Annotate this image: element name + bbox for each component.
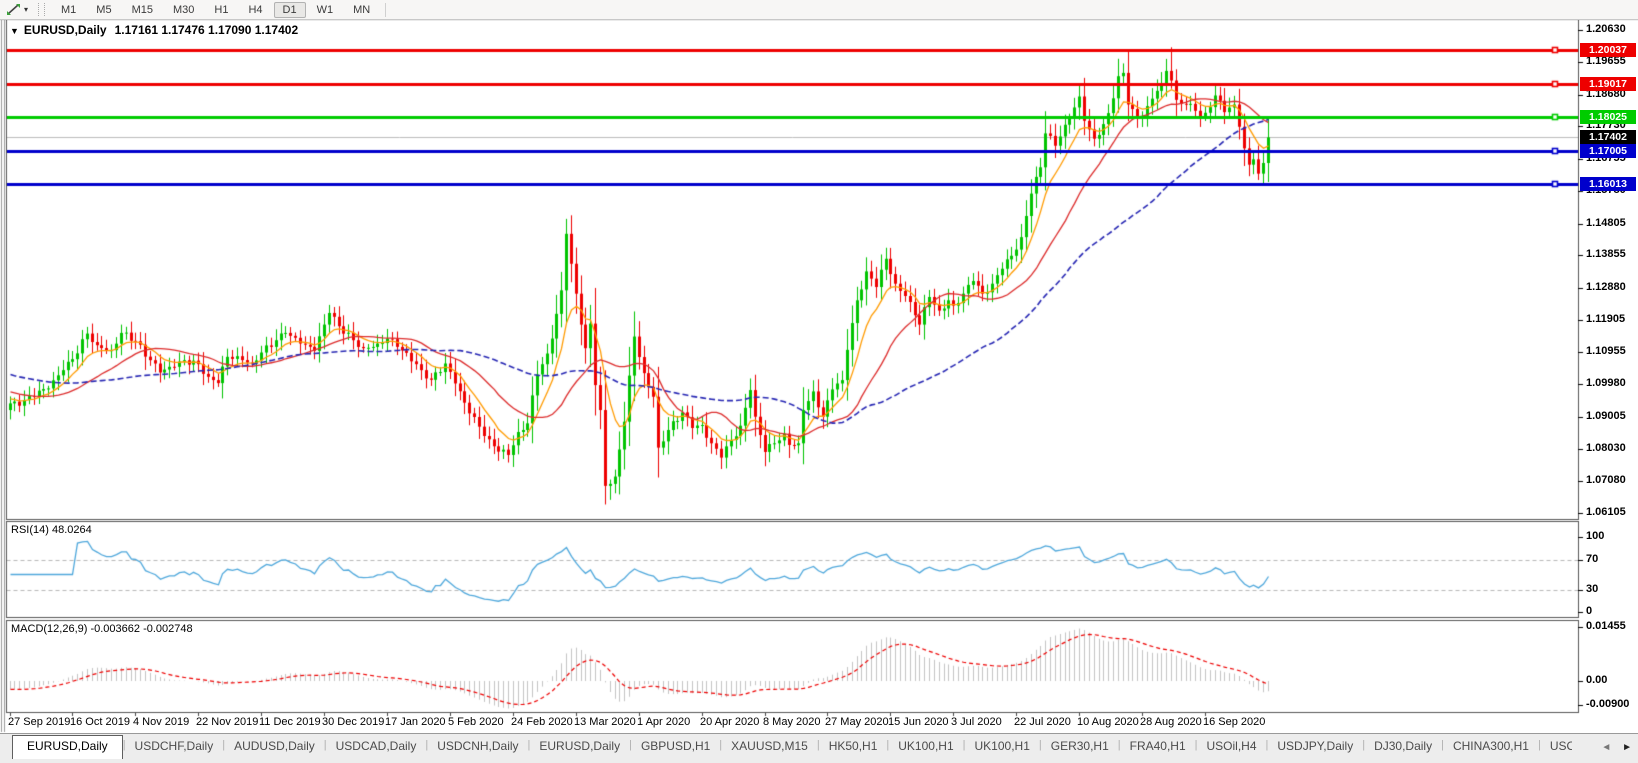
macd-tick-label: 0.00 xyxy=(1586,674,1608,686)
toolbar-separator xyxy=(385,2,387,17)
chart-tab-usdchf-daily[interactable]: USDCHF,Daily xyxy=(126,736,223,757)
price-tick-label: 1.08030 xyxy=(1586,441,1626,454)
price-tag: 1.20037 xyxy=(1580,42,1636,57)
date-label: 22 Jul 2020 xyxy=(1014,716,1071,728)
chart-tab-bar: EURUSD,Daily | USDCHF,Daily | AUDUSD,Daily | U… xyxy=(0,733,1638,763)
date-label: 17 Jan 2020 xyxy=(385,716,446,728)
date-label: 24 Feb 2020 xyxy=(511,716,573,728)
macd-tick-label: -0.00900 xyxy=(1586,698,1630,710)
chart-symbol-label: EURUSD,Daily xyxy=(23,23,107,37)
timeframe-m5-button[interactable]: M5 xyxy=(87,2,120,18)
macd-tick-label: 0.01455 xyxy=(1586,620,1626,632)
price-tick-label: 1.11905 xyxy=(1586,313,1626,326)
date-label: 27 May 2020 xyxy=(825,716,889,728)
rsi-indicator-label: RSI(14) 48.0264 xyxy=(11,524,92,536)
price-tick-label: 1.14805 xyxy=(1586,216,1626,229)
date-label: 1 Apr 2020 xyxy=(637,716,691,728)
timeframe-m30-button[interactable]: M30 xyxy=(164,2,203,18)
price-tick-label: 1.09980 xyxy=(1586,377,1626,390)
chart-title: ▼ EURUSD,Daily 1.17161 1.17476 1.17090 1.1… xyxy=(10,23,298,37)
tab-scroll-arrows: ◄ ► xyxy=(1593,742,1632,753)
chart-tab-xauusd-m15[interactable]: XAUUSD,M15 xyxy=(722,736,817,757)
date-label: 28 Aug 2020 xyxy=(1140,716,1202,728)
rsi-tick-label: 100 xyxy=(1586,530,1605,542)
price-tick-label: 1.20630 xyxy=(1586,23,1626,35)
date-label: 27 Sep 2019 xyxy=(8,716,71,728)
date-label: 10 Aug 2020 xyxy=(1077,716,1139,728)
chart-tab-usdjpy-daily[interactable]: USDJPY,Daily xyxy=(1268,736,1362,757)
rsi-tick-label: 0 xyxy=(1586,605,1593,617)
toolbar: ▾ M1 M5 M15 M30 H1 H4 D1 W1 MN xyxy=(0,0,1638,20)
price-tag: 1.17005 xyxy=(1580,143,1636,158)
chart-tab-ger30-h1[interactable]: GER30,H1 xyxy=(1042,736,1118,757)
tab-scroll-right-icon[interactable]: ► xyxy=(1622,742,1632,753)
rsi-tick-label: 70 xyxy=(1586,552,1599,565)
price-tag: 1.17402 xyxy=(1580,130,1636,145)
timeframe-buttons: M1 M5 M15 M30 H1 H4 D1 W1 MN xyxy=(51,1,380,18)
timeframe-w1-button[interactable]: W1 xyxy=(308,2,343,18)
chart-tab-eurusd-daily[interactable]: EURUSD,Daily xyxy=(530,736,629,757)
date-label: 11 Dec 2019 xyxy=(259,716,321,728)
date-label: 15 Jun 2020 xyxy=(888,716,949,728)
chevron-down-icon[interactable]: ▾ xyxy=(24,5,28,14)
date-label: 3 Jul 2020 xyxy=(951,716,1002,728)
chart-tab-audusd-daily[interactable]: AUDUSD,Daily xyxy=(225,736,324,757)
chart-cursor-icon[interactable] xyxy=(3,2,23,18)
price-tag: 1.16013 xyxy=(1580,176,1636,191)
date-label: 13 Mar 2020 xyxy=(574,716,636,728)
price-tick-label: 1.06105 xyxy=(1586,505,1626,518)
date-label: 5 Feb 2020 xyxy=(448,716,504,728)
timeframe-h1-button[interactable]: H1 xyxy=(205,2,237,18)
tab-scroll-left-icon[interactable]: ◄ xyxy=(1601,742,1611,753)
chart-tab-usoil-h4[interactable]: USOil,H4 xyxy=(1198,736,1266,757)
date-label: 20 Apr 2020 xyxy=(700,716,760,728)
price-tick-label: 1.12880 xyxy=(1586,280,1626,293)
chart-tab-gbpusd-h1[interactable]: GBPUSD,H1 xyxy=(632,736,719,757)
chart-tab-usdcad-daily[interactable]: USDCAD,Daily xyxy=(327,736,426,757)
price-tick-label: 1.10955 xyxy=(1586,344,1626,357)
mt4-window: ▾ M1 M5 M15 M30 H1 H4 D1 W1 MN ▼ EURUSD,Daily 1.17… xyxy=(0,0,1638,763)
chart-canvas[interactable] xyxy=(0,0,1638,763)
date-label: 8 May 2020 xyxy=(763,716,821,728)
chart-tab-china300-h1[interactable]: CHINA300,H1 xyxy=(1444,736,1538,757)
date-label: 16 Sep 2020 xyxy=(1203,716,1266,728)
chart-tab-uk100-h1[interactable]: UK100,H1 xyxy=(966,736,1039,757)
chart-ohlc-values: 1.17161 1.17476 1.17090 1.17402 xyxy=(114,23,299,37)
price-tag: 1.19017 xyxy=(1580,76,1636,91)
timeframe-h4-button[interactable]: H4 xyxy=(239,2,271,18)
symbol-dropdown-icon[interactable]: ▼ xyxy=(10,26,19,36)
timeframe-m1-button[interactable]: M1 xyxy=(52,2,85,18)
price-tag: 1.18025 xyxy=(1580,109,1636,124)
timeframe-m15-button[interactable]: M15 xyxy=(123,2,162,18)
chart-tab-usoil-h[interactable]: USOil,H xyxy=(1541,736,1572,757)
price-tick-label: 1.09005 xyxy=(1586,409,1626,422)
rsi-tick-label: 30 xyxy=(1586,582,1599,595)
date-label: 22 Nov 2019 xyxy=(196,716,259,728)
timeframe-mn-button[interactable]: MN xyxy=(344,2,379,18)
chart-tab-hk50-h1[interactable]: HK50,H1 xyxy=(820,736,887,757)
chart-tab-uk100-h1[interactable]: UK100,H1 xyxy=(889,736,962,757)
chart-tab-fra40-h1[interactable]: FRA40,H1 xyxy=(1121,736,1195,757)
date-label: 16 Oct 2019 xyxy=(70,716,130,728)
price-tick-label: 1.13855 xyxy=(1586,248,1626,261)
timeframe-d1-button[interactable]: D1 xyxy=(273,1,306,18)
chart-tab-eurusd-daily[interactable]: EURUSD,Daily xyxy=(12,735,123,759)
macd-indicator-label: MACD(12,26,9) -0.003662 -0.002748 xyxy=(11,623,193,635)
chart-tab-dj30-daily[interactable]: DJ30,Daily xyxy=(1365,736,1441,757)
chart-tabs: EURUSD,Daily | USDCHF,Daily | AUDUSD,Daily | U… xyxy=(0,734,1572,759)
price-tick-label: 1.07080 xyxy=(1586,473,1626,486)
date-label: 4 Nov 2019 xyxy=(133,716,190,728)
toolbar-grip[interactable] xyxy=(38,3,46,16)
chart-tab-usdcnh-daily[interactable]: USDCNH,Daily xyxy=(428,736,527,757)
date-label: 30 Dec 2019 xyxy=(322,716,385,728)
price-tick-label: 1.19655 xyxy=(1586,55,1626,68)
